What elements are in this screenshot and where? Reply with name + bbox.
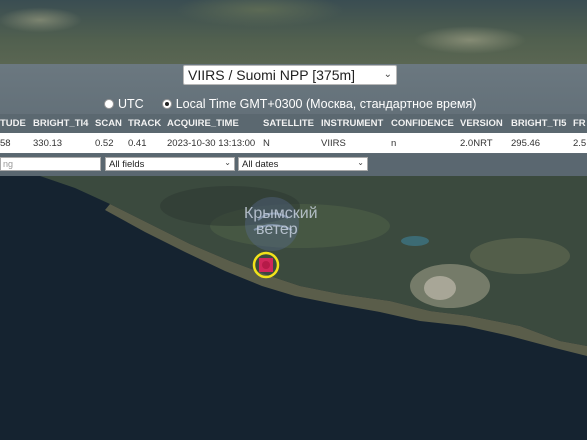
column-header[interactable]: SCAN <box>95 114 122 133</box>
fields-filter-value: All fields <box>109 158 145 170</box>
utc-radio[interactable] <box>104 99 114 109</box>
utc-label: UTC <box>118 97 144 111</box>
watermark-line2: ветер <box>256 221 298 238</box>
chevron-down-icon: ⌄ <box>224 158 231 167</box>
table-cell: 0.41 <box>128 137 147 149</box>
satellite-select-value: VIIRS / Suomi NPP [375m] <box>188 67 356 83</box>
fire-data-table: TUDE BRIGHT_TI4 SCAN TRACK ACQUIRE_TIME … <box>0 114 587 153</box>
satellite-select[interactable]: VIIRS / Suomi NPP [375m] ⌄ <box>183 65 397 85</box>
table-cell: 0.52 <box>95 137 114 149</box>
column-header[interactable]: CONFIDENCE <box>391 114 454 133</box>
column-header[interactable]: SATELLITE <box>263 114 314 133</box>
fire-hotspot-marker[interactable] <box>252 251 280 279</box>
table-cell: 2.0NRT <box>460 137 493 149</box>
table-cell: 295.46 <box>511 137 541 149</box>
dates-filter-select[interactable]: All dates ⌄ <box>238 157 368 171</box>
column-header[interactable]: FR <box>573 114 586 133</box>
table-filters: ng All fields ⌄ All dates ⌄ <box>0 154 587 174</box>
table-cell: 2.5 <box>573 137 587 149</box>
map-land-top <box>0 0 587 64</box>
table-cell: 2023-10-30 13:13:00 <box>167 137 256 149</box>
dates-filter-value: All dates <box>242 158 279 170</box>
chevron-down-icon: ⌄ <box>357 158 364 167</box>
table-cell: 330.13 <box>33 137 63 149</box>
timezone-toggle: UTC Local Time GMT+0300 (Москва, стандар… <box>104 96 476 112</box>
column-header[interactable]: ACQUIRE_TIME <box>167 114 239 133</box>
table-cell: N <box>263 137 270 149</box>
table-cell: VIIRS <box>321 137 346 149</box>
search-input[interactable]: ng <box>0 157 101 171</box>
column-header[interactable]: TUDE <box>0 114 26 133</box>
search-placeholder: ng <box>3 159 14 169</box>
local-time-label: Local Time GMT+0300 (Москва, стандартное… <box>175 97 477 111</box>
column-header[interactable]: INSTRUMENT <box>321 114 383 133</box>
column-header[interactable]: BRIGHT_TI5 <box>511 114 566 133</box>
column-header[interactable]: VERSION <box>460 114 503 133</box>
table-cell: n <box>391 137 397 149</box>
table-cell: 58 <box>0 137 11 149</box>
table-row[interactable]: 58 330.13 0.52 0.41 2023-10-30 13:13:00 … <box>0 133 587 153</box>
column-header[interactable]: BRIGHT_TI4 <box>33 114 88 133</box>
fields-filter-select[interactable]: All fields ⌄ <box>105 157 235 171</box>
column-header[interactable]: TRACK <box>128 114 161 133</box>
watermark-line1: Крымский <box>244 205 318 222</box>
local-time-radio[interactable] <box>161 99 172 109</box>
watermark-logo: Крымский ветер <box>230 190 364 252</box>
chevron-down-icon: ⌄ <box>383 69 392 80</box>
table-header: TUDE BRIGHT_TI4 SCAN TRACK ACQUIRE_TIME … <box>0 114 587 133</box>
